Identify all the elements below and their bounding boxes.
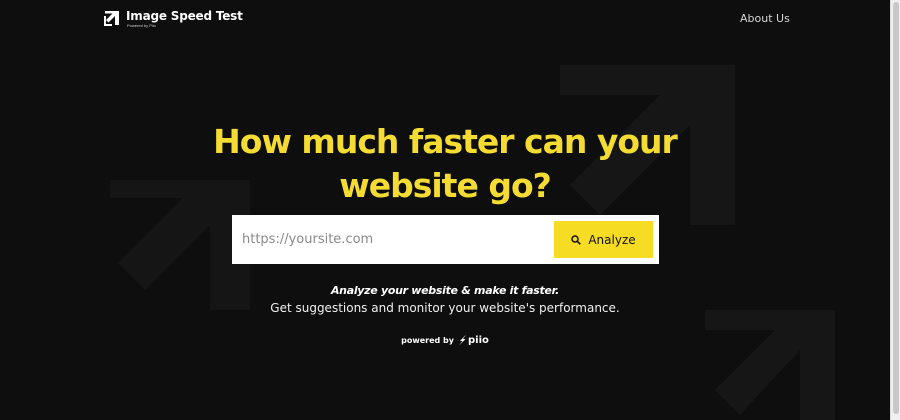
- subline: Get suggestions and monitor your website…: [270, 301, 620, 315]
- analyze-button[interactable]: Analyze: [554, 221, 653, 258]
- page: Image Speed Test Powered by Piio About U…: [0, 0, 890, 420]
- headline-line-1: How much faster can your: [213, 122, 678, 161]
- logo-subtitle: Powered by Piio: [127, 23, 156, 28]
- piio-logo-icon: [458, 334, 466, 346]
- search-icon: [571, 234, 582, 245]
- logo[interactable]: Image Speed Test Powered by Piio: [104, 9, 243, 28]
- nav-about-us-link[interactable]: About Us: [740, 12, 790, 25]
- analyze-button-label: Analyze: [588, 232, 636, 247]
- tagline: Analyze your website & make it faster.: [330, 284, 560, 297]
- powered-by-label: powered by: [401, 335, 454, 345]
- header: Image Speed Test Powered by Piio About U…: [0, 0, 890, 40]
- page-headline: How much faster can your website go?: [0, 120, 890, 208]
- scrollbar-thumb[interactable]: [893, 2, 899, 414]
- piio-brand: piio: [458, 334, 489, 346]
- background-arrow-right-icon: [700, 305, 840, 420]
- arrow-up-right-square-icon: [104, 11, 119, 26]
- piio-brand-label: piio: [467, 334, 489, 346]
- powered-by-piio[interactable]: powered by piio: [0, 334, 890, 346]
- url-input[interactable]: [242, 224, 542, 255]
- headline-line-2: website go?: [339, 166, 552, 205]
- vertical-scrollbar[interactable]: [890, 0, 900, 420]
- url-search-form: Analyze: [232, 215, 659, 264]
- logo-title: Image Speed Test: [126, 9, 243, 23]
